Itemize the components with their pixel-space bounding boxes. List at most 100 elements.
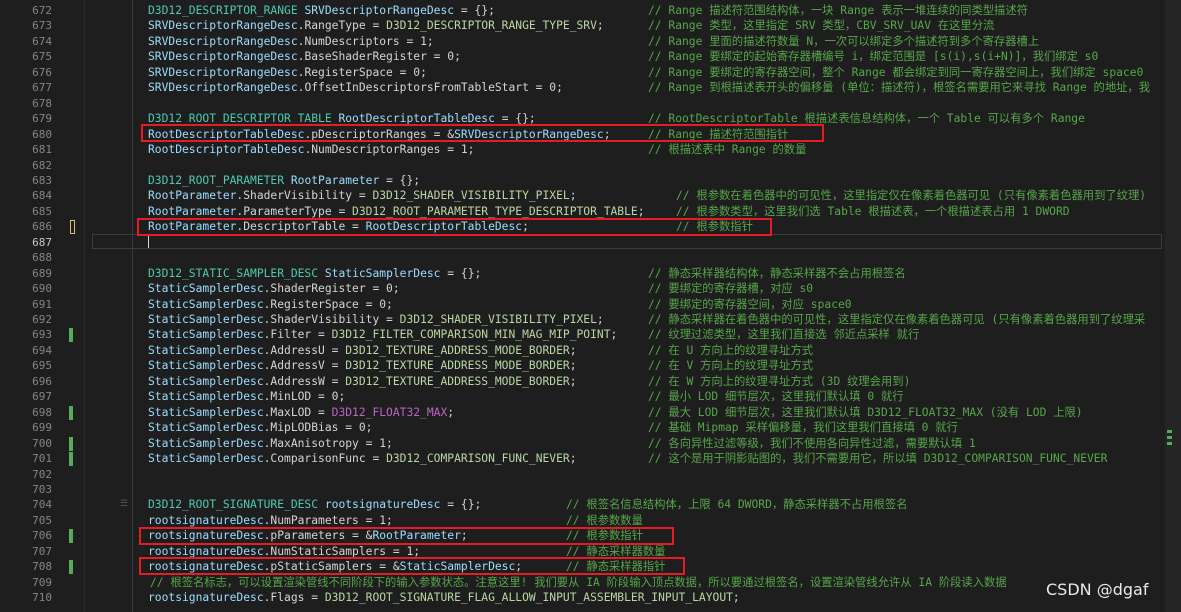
code-token: .RegisterSpace = 0; [263,297,393,311]
code-line[interactable]: 682 [0,158,1181,174]
code-token: .AddressV = [263,359,346,373]
quick-action-icon[interactable]: ☰ [120,500,128,509]
line-number: 705 [32,513,52,527]
code-line[interactable]: 695 StaticSamplerDesc.AddressV = D3D12_TE… [0,358,1181,374]
line-number: 707 [32,544,52,558]
code-token: SRVDescriptorRangeDesc [148,81,298,95]
code-text: D3D12_ROOT_PARAMETER RootParameter = {}; [148,173,420,189]
line-number: 710 [32,591,52,605]
code-comment: // 基础 Mipmap 采样偏移量，我们这里我们直接填 0 就行 [648,421,958,435]
code-line[interactable]: 688 [0,250,1181,266]
code-token: StaticSamplerDesc [148,297,264,311]
code-token: ; [569,359,577,373]
code-editor[interactable]: 672 D3D12_DESCRIPTOR_RANGE SRVDescriptorR… [0,0,1181,612]
code-text: SRVDescriptorRangeDesc.OffsetInDescripto… [148,80,563,96]
code-token: SRVDescriptorRangeDesc [148,65,298,79]
code-line[interactable]: 672 D3D12_DESCRIPTOR_RANGE SRVDescriptorR… [0,3,1181,19]
code-comment: // 静态采样器在着色器中的可见性，这里指定仅在像素着色器可见 (只有像素着色器… [648,313,1146,326]
code-text: SRVDescriptorRangeDesc.BaseShaderRegiste… [148,49,461,65]
code-token: .RegisterSpace = 0; [297,65,427,79]
code-token: = {}; [454,4,495,17]
code-comment: // 在 V 方向上的纹理寻址方式 [648,359,814,373]
code-text: StaticSamplerDesc.AddressU = D3D12_TEXTU… [148,343,577,359]
code-line[interactable]: 681 RootDescriptorTableDesc.NumDescriptor… [0,142,1181,158]
code-token: rootsignatureDesc [148,591,264,605]
code-comment: // 要绑定的寄存器空间，对应 space0 [648,297,852,311]
code-token: D3D12_ROOT_PARAMETER_TYPE_DESCRIPTOR_TAB… [352,204,638,218]
code-line[interactable]: 684 RootParameter.ShaderVisibility = D3D1… [0,188,1181,204]
line-number: 690 [32,282,52,296]
change-marker [69,452,73,467]
code-comment: // Range 里面的描述符数量 N，一次可以绑定多个描述符到多个寄存器槽上 [648,34,1040,48]
code-comment: // Range 要绑定的起始寄存器槽编号 i，绑定范围是 [s(i),s(i+… [648,50,1099,64]
code-comment: // 在 U 方向上的纹理寻址方式 [648,343,814,357]
code-text: StaticSamplerDesc.ComparisonFunc = D3D12… [148,451,577,467]
line-number: 704 [32,498,52,512]
vertical-scrollbar[interactable] [1165,0,1181,612]
code-text: SRVDescriptorRangeDesc.RegisterSpace = 0… [148,65,427,81]
code-token: .ComparisonFunc = [263,452,387,466]
code-token: StaticSamplerDesc [148,405,264,419]
code-token: .BaseShaderRegister = 0; [297,50,461,64]
code-token: ; [569,374,577,388]
code-line[interactable]: 702 [0,467,1181,483]
code-line[interactable]: 709 // 根签名标志，可以设置渲染管线不同阶段下的输入参数状态。注意这里! 我… [0,575,1181,591]
code-line[interactable]: 700 StaticSamplerDesc.MaxAnisotropy = 1; /… [0,436,1181,452]
code-line[interactable]: 710 rootsignatureDesc.Flags = D3D12_ROOT_… [0,590,1181,606]
code-line[interactable]: 694 StaticSamplerDesc.AddressU = D3D12_TE… [0,343,1181,359]
code-line[interactable]: 704 D3D12_ROOT_SIGNATURE_DESC rootsignatu… [0,497,1181,513]
code-line[interactable]: 690 StaticSamplerDesc.ShaderRegister = 0;… [0,281,1181,297]
code-line[interactable]: 683 D3D12_ROOT_PARAMETER RootParameter = … [0,173,1181,189]
code-line[interactable]: 677 SRVDescriptorRangeDesc.OffsetInDescri… [0,80,1181,96]
code-line[interactable]: 692 StaticSamplerDesc.ShaderVisibility = … [0,312,1181,328]
code-text: StaticSamplerDesc.Filter = D3D12_FILTER_… [148,327,617,343]
code-line[interactable]: 693 StaticSamplerDesc.Filter = D3D12_FILT… [0,327,1181,343]
line-number: 699 [32,421,52,435]
code-line[interactable]: 673 SRVDescriptorRangeDesc.RangeType = D3… [0,18,1181,34]
line-number: 689 [32,266,52,280]
line-number: 708 [32,560,52,574]
line-number: 703 [32,482,52,496]
code-text: StaticSamplerDesc.MaxAnisotropy = 1; [148,436,393,452]
code-comment: // 在 W 方向上的纹理寻址方式 (3D 纹理会用到) [648,374,911,388]
code-line[interactable]: 701 StaticSamplerDesc.ComparisonFunc = D3… [0,451,1181,467]
code-text: D3D12_ROOT_SIGNATURE_DESC rootsignatureD… [148,497,481,513]
change-marker [69,405,73,420]
code-text: SRVDescriptorRangeDesc.NumDescriptors = … [148,34,434,50]
code-token: D3D12_FILTER_COMPARISON_MIN_MAG_MIP_POIN… [331,328,611,342]
code-line[interactable]: 674 SRVDescriptorRangeDesc.NumDescriptors… [0,34,1181,50]
highlight-box-line-708 [139,557,685,575]
code-line[interactable]: 698 StaticSamplerDesc.MaxLOD = D3D12_FLOA… [0,405,1181,421]
code-token: rootsignatureDesc [148,544,264,558]
code-token: = {}; [440,266,482,280]
code-text: RootParameter.ShaderVisibility = D3D12_S… [148,188,577,204]
change-marker [69,529,73,544]
code-line[interactable]: 676 SRVDescriptorRangeDesc.RegisterSpace … [0,65,1181,81]
code-line[interactable]: 696 StaticSamplerDesc.AddressW = D3D12_TE… [0,374,1181,390]
code-line[interactable]: 691 StaticSamplerDesc.RegisterSpace = 0; /… [0,297,1181,313]
scrollbar-change-marker [1167,436,1172,439]
line-number: 677 [32,81,52,95]
highlight-box-line-706 [139,527,674,545]
code-token: rootsignatureDesc [324,498,441,512]
code-token: .NumDescriptors = 1; [297,34,434,48]
code-line[interactable]: 703 [0,482,1181,498]
code-token: rootsignatureDesc [148,513,264,527]
code-line[interactable]: 697 StaticSamplerDesc.MinLOD = 0; // 最小 LO… [0,389,1181,405]
code-line[interactable]: 689 D3D12_STATIC_SAMPLER_DESC StaticSampl… [0,266,1181,282]
code-token: D3D12_TEXTURE_ADDRESS_MODE_BORDER [345,374,570,388]
code-token: .NumStaticSamplers = 1; [263,544,421,558]
code-token: .MaxAnisotropy = 1; [263,436,393,450]
code-token: ; [596,19,604,33]
code-token: D3D12_FLOAT32_MAX [331,405,448,419]
code-line[interactable]: 678 [0,96,1181,112]
code-comment: // 根参数在着色器中的可见性，这里指定仅在像素着色器可见 (只有像素着色器用到… [676,189,1147,203]
code-line[interactable]: 699 StaticSamplerDesc.MipLODBias = 0; // 基… [0,420,1181,436]
line-number: 700 [32,436,52,450]
code-token: ; [447,405,455,419]
watermark: CSDN @dgaf [1046,580,1149,599]
code-line[interactable]: 675 SRVDescriptorRangeDesc.BaseShaderRegi… [0,49,1181,65]
code-token: .NumParameters = 1; [263,513,393,527]
